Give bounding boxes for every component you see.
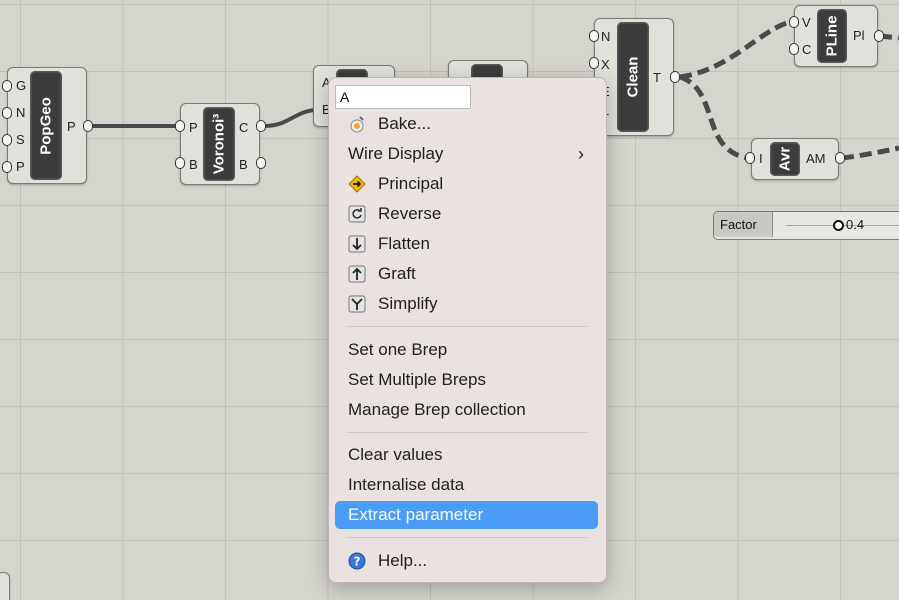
voronoi-input-p[interactable]: P: [189, 121, 198, 135]
grip[interactable]: [589, 57, 599, 69]
menu-item-manage-brep-collection[interactable]: Manage Brep collection: [335, 396, 598, 424]
menu-item-label: Clear values: [348, 445, 443, 464]
pline-output-pl[interactable]: Pl: [853, 29, 865, 43]
context-menu: Bake... Wire Display › Principal Reverse…: [328, 77, 607, 583]
voronoi-title: Voronoi³: [210, 113, 228, 175]
grip[interactable]: [874, 30, 884, 42]
avr-title: Avr: [776, 146, 794, 172]
grip[interactable]: [789, 43, 799, 55]
clean-output-t[interactable]: T: [653, 71, 661, 85]
menu-item-label: Manage Brep collection: [348, 400, 526, 419]
popgeo-title: PopGeo: [37, 96, 55, 155]
grip[interactable]: [2, 134, 12, 146]
menu-item-flatten[interactable]: Flatten: [335, 230, 598, 258]
avr-component[interactable]: Avr I AM: [751, 138, 839, 180]
popgeo-input-g[interactable]: G: [16, 79, 26, 93]
partial-component-bottom-left[interactable]: [0, 572, 10, 600]
pline-input-v[interactable]: V: [802, 16, 811, 30]
grip[interactable]: [175, 157, 185, 169]
menu-item-internalise-data[interactable]: Internalise data: [335, 471, 598, 499]
menu-item-principal[interactable]: Principal: [335, 170, 598, 198]
pline-input-c[interactable]: C: [802, 43, 811, 57]
grip[interactable]: [745, 152, 755, 164]
menu-item-wire-display[interactable]: Wire Display ›: [335, 140, 598, 168]
popgeo-component[interactable]: PopGeo G N S P P: [7, 67, 87, 184]
bake-icon: [350, 116, 364, 133]
grip[interactable]: [175, 120, 185, 132]
menu-item-set-one-brep[interactable]: Set one Brep: [335, 336, 598, 364]
grip[interactable]: [256, 157, 266, 169]
grip[interactable]: [83, 120, 93, 132]
menu-item-label: Simplify: [378, 294, 438, 313]
popgeo-input-p[interactable]: P: [16, 160, 25, 174]
factor-label: Factor: [714, 212, 773, 237]
chevron-right-icon: ›: [578, 144, 584, 164]
clean-input-x[interactable]: X: [601, 58, 610, 72]
menu-item-label: Flatten: [378, 234, 430, 253]
popgeo-output-p[interactable]: P: [67, 120, 76, 134]
voronoi-output-c[interactable]: C: [239, 121, 248, 135]
grip[interactable]: [2, 107, 12, 119]
factor-slider[interactable]: Factor 0.4: [713, 211, 899, 240]
pline-title: PLine: [823, 15, 841, 57]
menu-item-clear-values[interactable]: Clear values: [335, 441, 598, 469]
menu-item-reverse[interactable]: Reverse: [335, 200, 598, 228]
graft-icon: [348, 265, 366, 283]
menu-item-bake[interactable]: Bake...: [335, 110, 598, 138]
clean-input-n[interactable]: N: [601, 30, 610, 44]
pline-component[interactable]: PLine V C Pl: [794, 5, 878, 67]
grip[interactable]: [589, 30, 599, 42]
menu-item-extract-parameter[interactable]: Extract parameter: [335, 501, 598, 529]
voronoi-input-b[interactable]: B: [189, 158, 198, 172]
grip[interactable]: [835, 152, 845, 164]
menu-item-label: Set Multiple Breps: [348, 370, 486, 389]
wire-clean-pline: [679, 19, 791, 80]
reverse-icon: [348, 205, 366, 223]
help-icon: ?: [348, 552, 366, 570]
menu-item-graft[interactable]: Graft: [335, 260, 598, 288]
popgeo-input-n[interactable]: N: [16, 106, 25, 120]
menu-item-label: Wire Display: [348, 144, 444, 163]
menu-separator: [347, 326, 587, 327]
grip[interactable]: [670, 71, 680, 83]
factor-slider-knob[interactable]: [833, 220, 844, 231]
menu-item-label: Reverse: [378, 204, 442, 223]
principal-icon: [348, 175, 366, 193]
menu-item-set-multiple-breps[interactable]: Set Multiple Breps: [335, 366, 598, 394]
clean-title: Clean: [624, 56, 642, 98]
simplify-icon: [348, 295, 366, 313]
voronoi-component[interactable]: Voronoi³ P B C B: [180, 103, 260, 185]
param-name-input[interactable]: [335, 85, 471, 109]
voronoi-output-b[interactable]: B: [239, 158, 248, 172]
menu-item-label: Extract parameter: [348, 505, 484, 524]
avr-input-i[interactable]: I: [759, 152, 763, 166]
svg-text:?: ?: [354, 555, 361, 569]
menu-item-label: Set one Brep: [348, 340, 448, 359]
wire-voronoi-param: [263, 108, 319, 128]
menu-separator: [347, 432, 587, 433]
factor-value: 0.4: [846, 217, 865, 232]
grip[interactable]: [2, 80, 12, 92]
menu-item-label: Bake...: [378, 114, 431, 133]
menu-item-label: Principal: [378, 174, 444, 193]
grip[interactable]: [789, 16, 799, 28]
wire-avr-out: [841, 145, 899, 161]
avr-output-am[interactable]: AM: [806, 152, 826, 166]
wire-clean-avr: [679, 74, 749, 161]
menu-item-label: Help...: [378, 551, 428, 570]
menu-item-label: Graft: [378, 264, 416, 283]
grip[interactable]: [256, 120, 266, 132]
menu-item-label: Internalise data: [348, 475, 465, 494]
menu-separator: [347, 537, 587, 538]
popgeo-input-s[interactable]: S: [16, 133, 25, 147]
menu-item-help[interactable]: ? Help...: [335, 547, 598, 575]
grip[interactable]: [2, 161, 12, 173]
menu-item-simplify[interactable]: Simplify: [335, 290, 598, 318]
flatten-icon: [348, 235, 366, 253]
